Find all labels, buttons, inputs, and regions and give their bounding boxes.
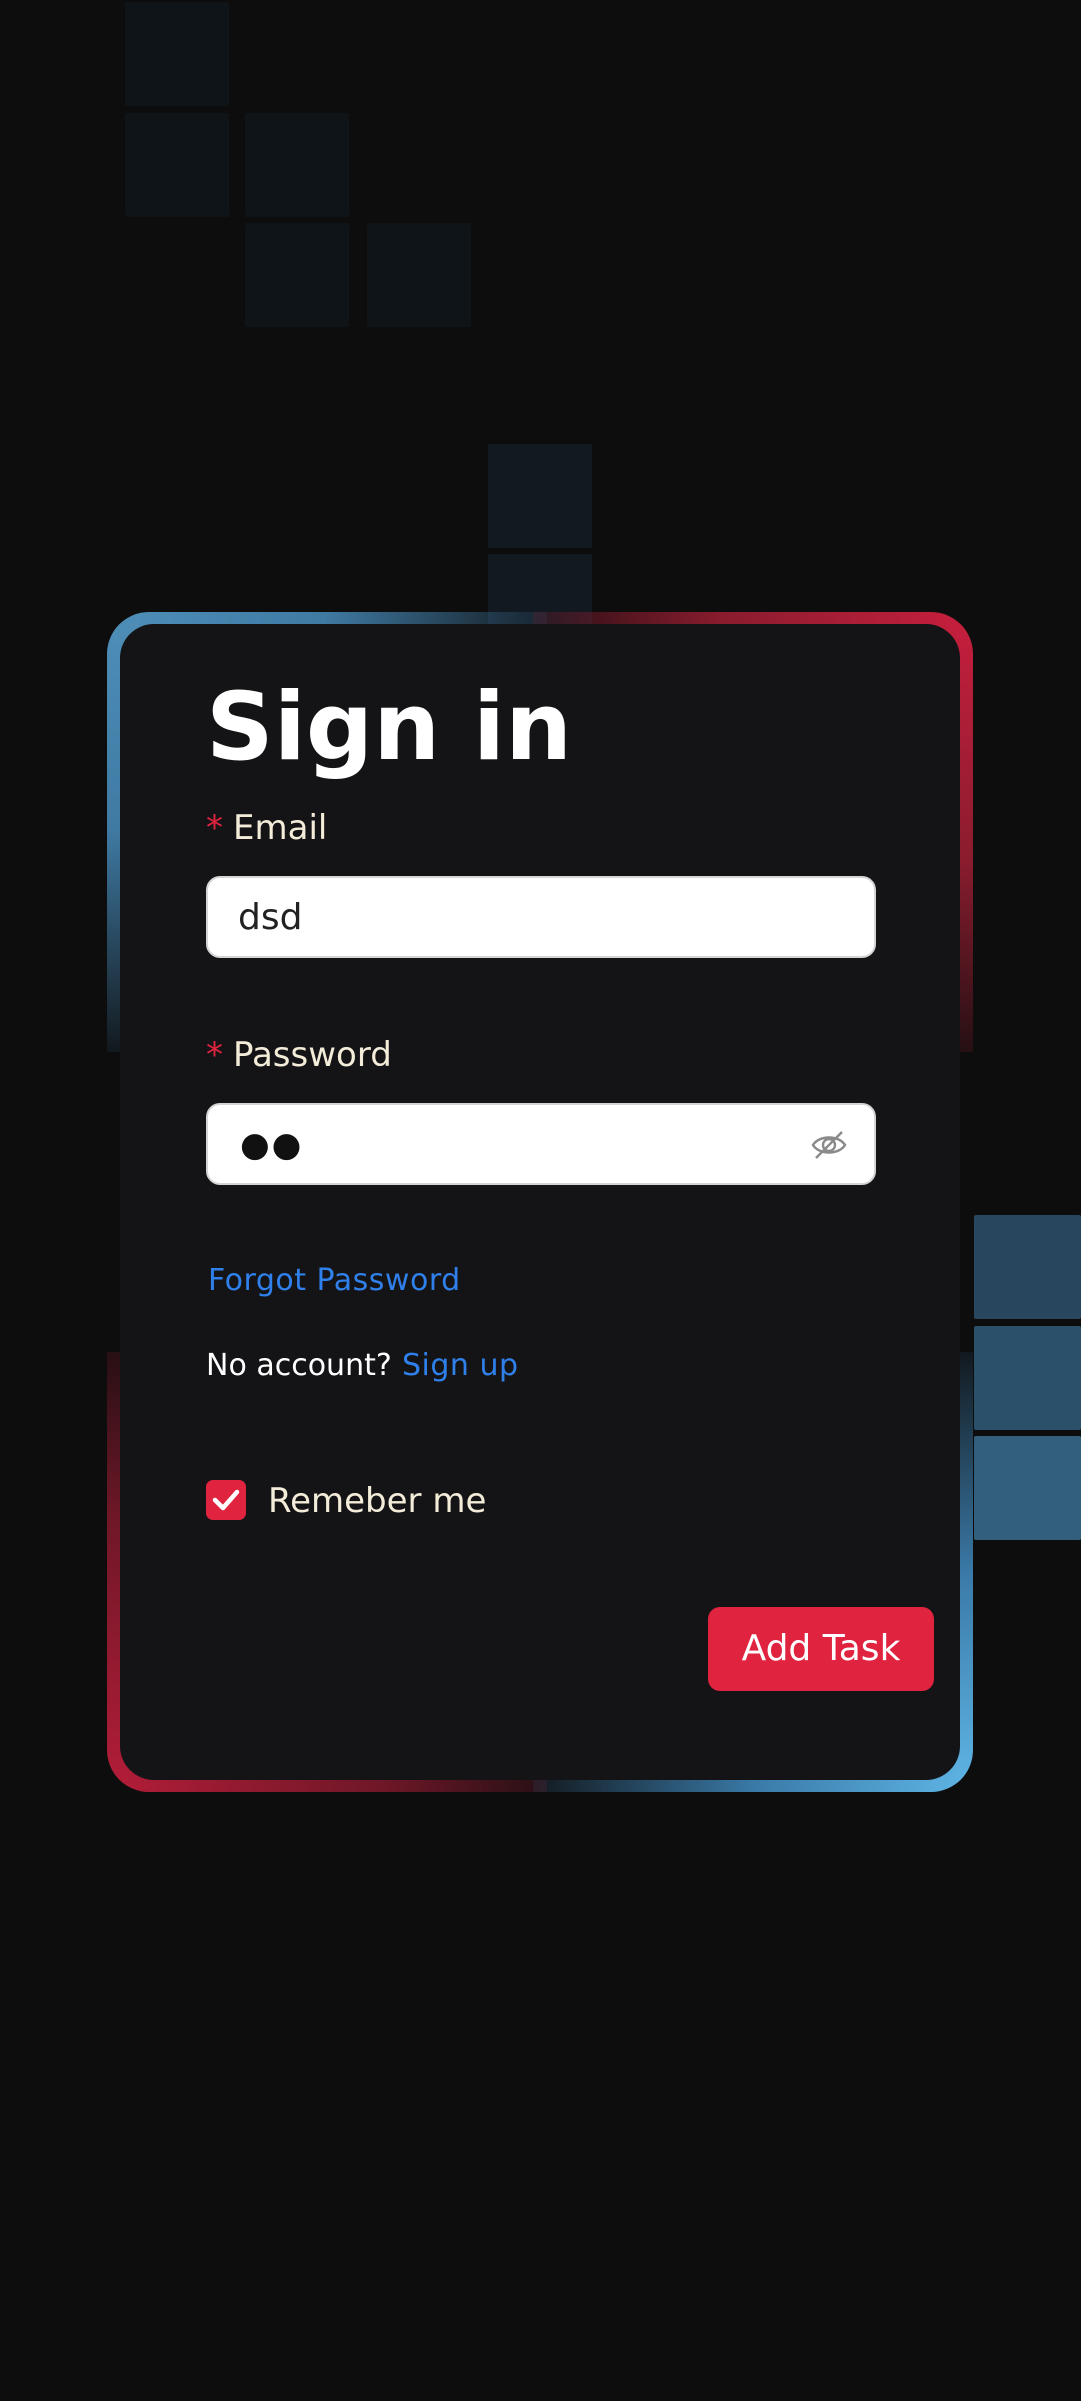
remember-me-label[interactable]: Remeber me	[268, 1480, 486, 1522]
email-label-text: Email	[233, 808, 328, 848]
checkmark-icon	[212, 1489, 240, 1511]
required-marker: *	[206, 1035, 223, 1075]
email-label: * Email	[206, 808, 327, 848]
email-field-value: dsd	[238, 897, 303, 938]
password-label: * Password	[206, 1035, 392, 1075]
sign-up-link[interactable]: Sign up	[402, 1348, 519, 1383]
page-title: Sign in	[206, 673, 572, 782]
required-marker: *	[206, 808, 223, 848]
forgot-password-link[interactable]: Forgot Password	[208, 1263, 461, 1298]
bg-tile	[245, 223, 349, 327]
bg-tile	[974, 1326, 1081, 1430]
password-field-value: ●●	[240, 1125, 304, 1165]
bg-tile	[245, 113, 349, 217]
bg-tile	[125, 2, 229, 106]
bg-tile	[974, 1215, 1081, 1319]
bg-tile	[488, 444, 592, 548]
bg-tile	[974, 1436, 1081, 1540]
bg-tile	[367, 223, 471, 327]
eye-slash-icon[interactable]	[810, 1129, 848, 1161]
email-field[interactable]: dsd	[206, 876, 876, 958]
add-task-button[interactable]: Add Task	[708, 1607, 934, 1691]
remember-me-checkbox[interactable]	[206, 1480, 246, 1520]
password-field[interactable]: ●●	[206, 1103, 876, 1185]
bg-tile	[125, 113, 229, 217]
password-label-text: Password	[233, 1035, 392, 1075]
no-account-text: No account?	[206, 1348, 392, 1383]
